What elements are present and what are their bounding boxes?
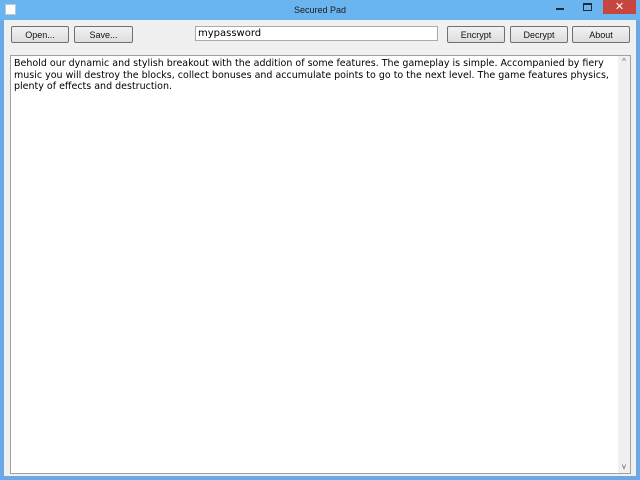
title-bar[interactable]: Secured Pad ✕ [0,0,640,20]
password-input[interactable]: mypassword [195,26,438,41]
app-window: Secured Pad ✕ Open... Save... mypassword… [0,0,640,480]
vertical-scrollbar[interactable]: ^ v [618,56,630,473]
about-button[interactable]: About [572,26,630,43]
minimize-icon [556,8,564,10]
save-button[interactable]: Save... [74,26,133,43]
editor-content[interactable]: Behold our dynamic and stylish breakout … [14,58,614,93]
close-button[interactable]: ✕ [603,0,636,14]
decrypt-button[interactable]: Decrypt [510,26,568,43]
client-area: Open... Save... mypassword Encrypt Decry… [4,20,636,476]
encrypt-button[interactable]: Encrypt [447,26,505,43]
maximize-button[interactable] [575,0,601,14]
close-icon: ✕ [614,1,625,13]
window-title: Secured Pad [293,5,347,15]
minimize-button[interactable] [547,0,573,14]
maximize-icon [583,3,592,11]
text-editor[interactable]: Behold our dynamic and stylish breakout … [10,55,631,474]
scroll-down-icon[interactable]: v [618,461,630,473]
open-button[interactable]: Open... [11,26,69,43]
scroll-up-icon[interactable]: ^ [618,56,630,68]
